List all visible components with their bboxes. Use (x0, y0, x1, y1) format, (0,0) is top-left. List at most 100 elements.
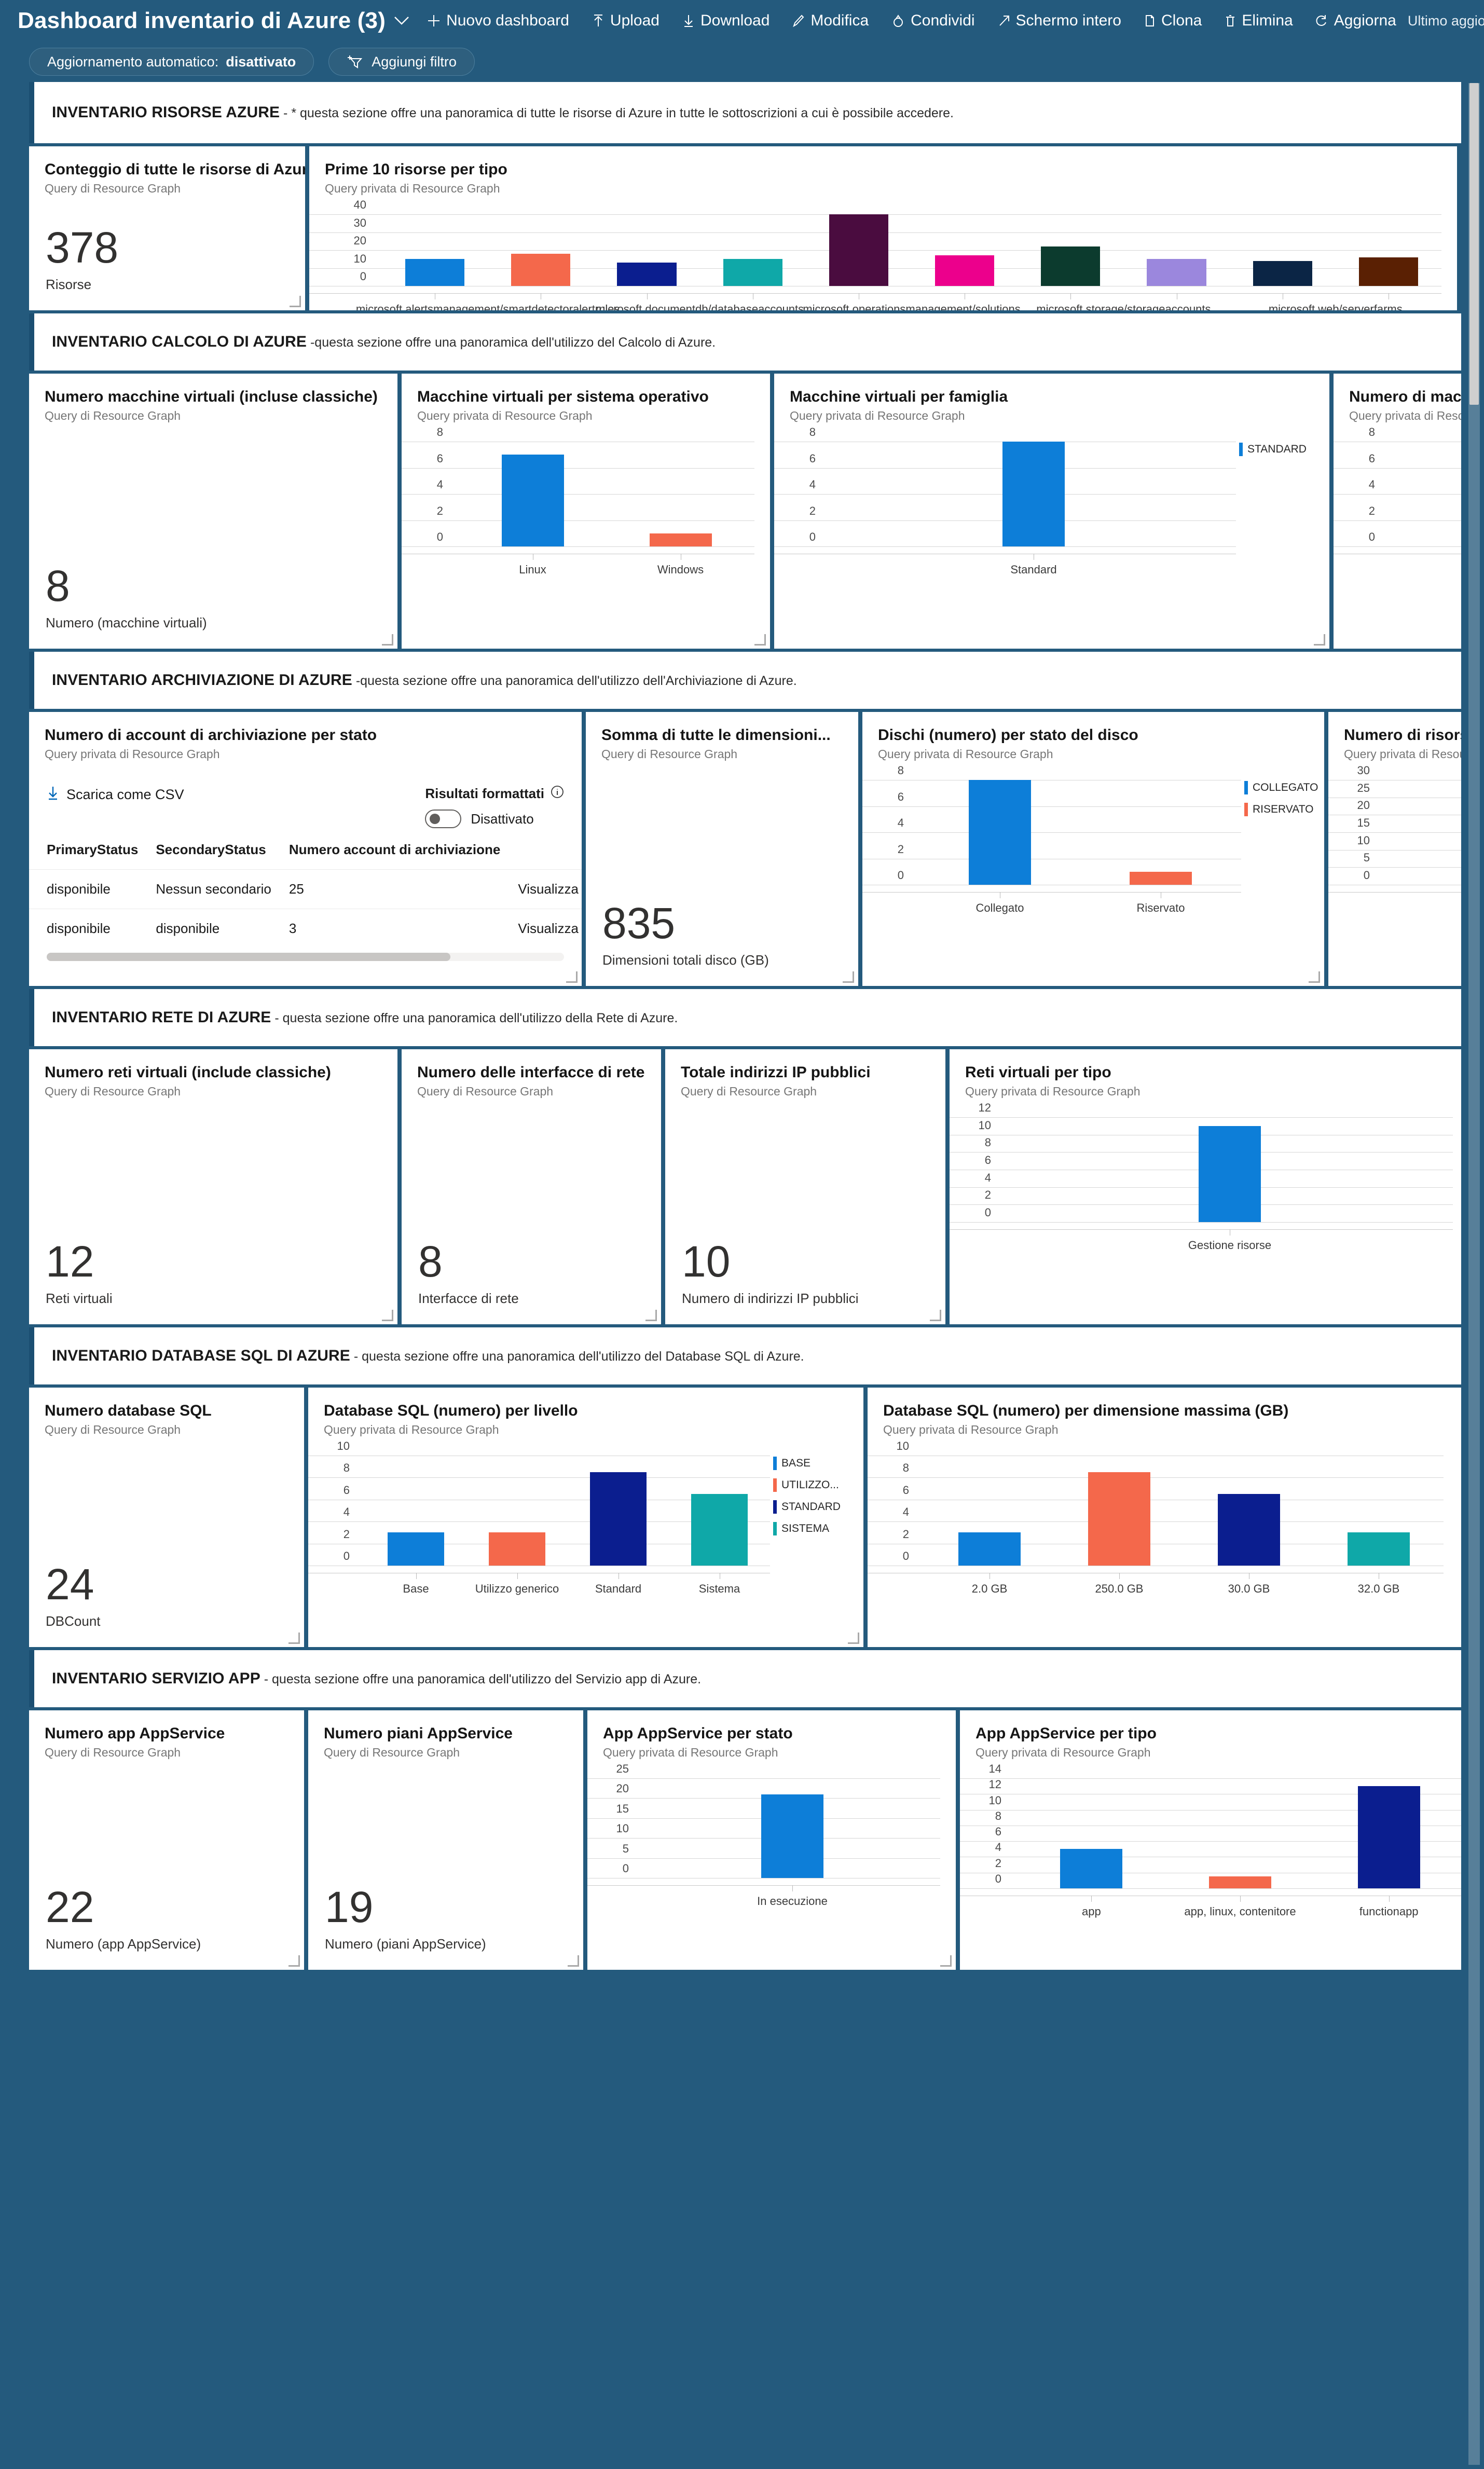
tile-vm-famiglia[interactable]: Macchine virtuali per famiglia Query pri… (774, 374, 1329, 649)
chart-bar[interactable] (969, 780, 1031, 885)
resize-handle[interactable] (645, 1310, 657, 1321)
tile-reti-per-tipo[interactable]: Reti virtuali per tipo Query privata di … (950, 1049, 1461, 1324)
chart-prime10[interactable]: 0 10 20 30 40 microsoft.alertsmanagement/smar… (309, 198, 1457, 310)
chart-vm-os[interactable]: 0 2 4 6 8 Linux Windows (402, 426, 770, 581)
view-details-link[interactable]: Visualizza dettagli (500, 909, 582, 948)
resize-handle[interactable] (843, 971, 854, 983)
view-details-link[interactable]: Visualizza dettagli (500, 869, 582, 909)
dashboard-title-button[interactable]: Dashboard inventario di Azure (3) (18, 8, 416, 34)
tile-somma-dischi[interactable]: Somma di tutte le dimensioni... Query di… (586, 712, 858, 986)
chart-bar[interactable] (829, 214, 889, 286)
chart-bar[interactable] (511, 253, 571, 286)
resize-handle[interactable] (288, 1633, 300, 1644)
add-filter-button[interactable]: Aggiungi filtro (328, 48, 475, 76)
chart-bar[interactable] (617, 263, 677, 286)
chart-app-tipo[interactable]: 0 2 4 6 8 10 12 14 app app, linux, contenitore fun… (960, 1762, 1461, 1923)
legend-item[interactable]: RISERVATO (1244, 803, 1321, 816)
chart-sql-dimensione[interactable]: 0 2 4 6 8 10 2.0 GB 250.0 GB 30.0 GB 32.0 GB (868, 1439, 1461, 1600)
chart-bar[interactable] (1199, 1126, 1261, 1222)
scrollbar-thumb[interactable] (47, 953, 450, 961)
refresh-button[interactable]: Aggiorna (1304, 9, 1408, 33)
chart-bar[interactable] (1060, 1849, 1123, 1888)
chart-bar[interactable] (1357, 1786, 1420, 1888)
resize-handle[interactable] (568, 1955, 579, 1967)
edit-button[interactable]: Modifica (781, 9, 880, 33)
legend-item[interactable]: BASE (773, 1457, 860, 1470)
resize-handle[interactable] (290, 296, 301, 307)
scrollbar-thumb[interactable] (1469, 83, 1479, 405)
chart-bar[interactable] (387, 1532, 445, 1566)
chart-bar[interactable] (1218, 1494, 1280, 1566)
formatted-results-toggle[interactable] (425, 810, 462, 828)
tile-reti-virtuali[interactable]: Numero reti virtuali (include classiche)… (29, 1049, 397, 1324)
chart-vm-partial[interactable]: 0 2 4 6 8 (1334, 426, 1461, 581)
resize-handle[interactable] (566, 971, 578, 983)
resize-handle[interactable] (382, 634, 393, 646)
tile-sql-per-livello[interactable]: Database SQL (numero) per livello Query … (308, 1388, 863, 1647)
chart-app-stato[interactable]: 0 5 10 15 20 25 In esecuzione (587, 1762, 956, 1912)
tile-sql-per-dimensione[interactable]: Database SQL (numero) per dimensione mas… (868, 1388, 1461, 1647)
table-row[interactable]: disponibile disponibile 3 Visualizza det… (29, 909, 582, 948)
chart-reti-tipo[interactable]: 0 2 4 6 8 10 12 Gestione risorse (950, 1101, 1461, 1256)
table-row[interactable]: disponibile Nessun secondario 25 Visuali… (29, 869, 582, 909)
chart-bar[interactable] (1209, 1876, 1271, 1888)
chart-bar[interactable] (723, 259, 782, 286)
chart-bar[interactable] (958, 1532, 1021, 1566)
tile-vm-sistema-operativo[interactable]: Macchine virtuali per sistema operativo … (402, 374, 770, 649)
tile-dischi-stato[interactable]: Dischi (numero) per stato del disco Quer… (862, 712, 1324, 986)
tile-numero-vm[interactable]: Numero macchine virtuali (incluse classi… (29, 374, 397, 649)
fullscreen-button[interactable]: Schermo intero (986, 9, 1133, 33)
chart-bar[interactable] (405, 259, 465, 286)
tile-risorse-partial[interactable]: Numero di risorse Query privata di Resou… (1328, 712, 1461, 986)
resize-handle[interactable] (930, 1310, 941, 1321)
chart-bar[interactable] (488, 1532, 546, 1566)
chart-bar[interactable] (501, 455, 564, 546)
resize-handle[interactable] (1314, 634, 1325, 646)
tile-vm-partial[interactable]: Numero di macch Query privata di Resourc… (1334, 374, 1461, 649)
share-button[interactable]: Condividi (880, 9, 986, 33)
upload-button[interactable]: Upload (581, 9, 671, 33)
resize-handle[interactable] (288, 1955, 300, 1967)
download-button[interactable]: Download (671, 9, 781, 33)
chart-bar[interactable] (1147, 259, 1206, 286)
new-dashboard-button[interactable]: Nuovo dashboard (416, 9, 581, 33)
chart-bar[interactable] (1130, 871, 1192, 885)
tile-account-archiviazione-stato[interactable]: Numero di account di archiviazione per s… (29, 712, 582, 986)
chart-risorse-partial[interactable]: 0 5 10 15 20 25 30 (1328, 764, 1461, 919)
legend-item[interactable]: STANDARD (773, 1500, 860, 1514)
auto-refresh-button[interactable]: Aggiornamento automatico: disattivato (29, 48, 314, 76)
tile-app-appservice[interactable]: Numero app AppService Query di Resource … (29, 1710, 304, 1970)
chart-bar[interactable] (589, 1472, 647, 1566)
resize-handle[interactable] (1309, 971, 1320, 983)
clone-button[interactable]: Clona (1133, 9, 1213, 33)
tile-interfacce-rete[interactable]: Numero delle interfacce di rete Query di… (402, 1049, 661, 1324)
info-icon[interactable] (551, 785, 564, 802)
chart-dischi-stato[interactable]: 0 2 4 6 8 Collegato Riservato COLLEGATO RISERVAT… (862, 764, 1324, 919)
legend-item[interactable]: STANDARD (1239, 443, 1326, 456)
tile-piani-appservice[interactable]: Numero piani AppService Query di Resourc… (308, 1710, 583, 1970)
tile-prime10-risorse[interactable]: Prime 10 risorse per tipo Query privata … (309, 146, 1457, 310)
resize-handle[interactable] (848, 1633, 859, 1644)
column-header-primarystatus[interactable]: PrimaryStatus (29, 842, 138, 870)
legend-item[interactable]: COLLEGATO (1244, 781, 1321, 794)
chart-bar[interactable] (691, 1494, 748, 1566)
legend-item[interactable]: SISTEMA (773, 1522, 860, 1535)
column-header-count[interactable]: Numero account di archiviazione (271, 842, 500, 870)
resize-handle[interactable] (382, 1310, 393, 1321)
resize-handle[interactable] (940, 1955, 952, 1967)
chart-bar[interactable] (649, 533, 712, 546)
chart-bar[interactable] (1358, 257, 1419, 286)
delete-button[interactable]: Elimina (1213, 9, 1304, 33)
resize-handle[interactable] (754, 634, 766, 646)
chart-bar[interactable] (1041, 246, 1101, 286)
legend-item[interactable]: UTILIZZO... (773, 1478, 860, 1492)
chevron-down-icon[interactable] (394, 13, 409, 29)
chart-bar[interactable] (1088, 1472, 1150, 1566)
page-scrollbar[interactable] (1468, 83, 1480, 2465)
chart-vm-family[interactable]: 0 2 4 6 8 Standard STANDARD (774, 426, 1329, 581)
chart-bar[interactable] (1348, 1532, 1410, 1566)
tile-ip-pubblici[interactable]: Totale indirizzi IP pubblici Query di Re… (665, 1049, 945, 1324)
column-header-secondarystatus[interactable]: SecondaryStatus (138, 842, 271, 870)
tile-database-sql[interactable]: Numero database SQL Query di Resource Gr… (29, 1388, 304, 1647)
chart-bar[interactable] (761, 1794, 823, 1878)
